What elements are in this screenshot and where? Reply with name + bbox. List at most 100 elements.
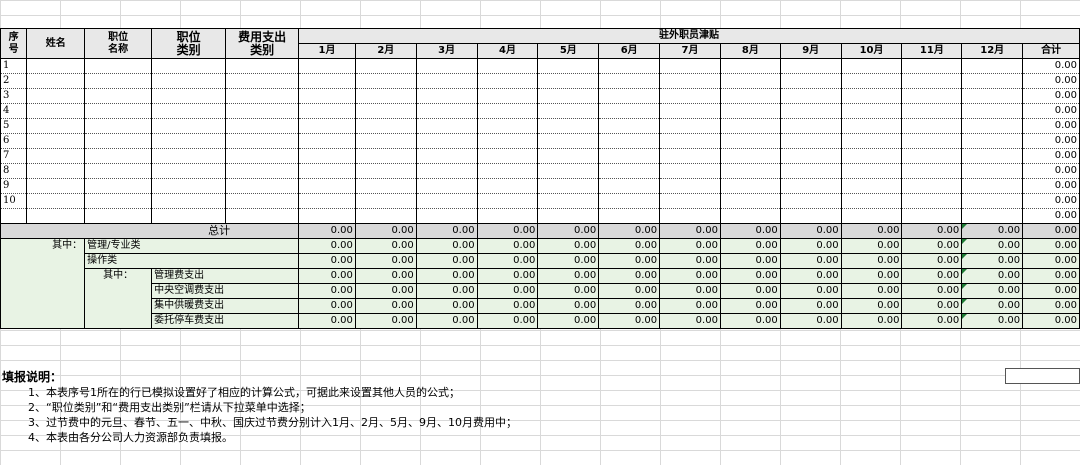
- row-month-cell[interactable]: [415, 58, 478, 74]
- breakdown-value-cell[interactable]: 0.00: [354, 283, 417, 299]
- row-text-cell[interactable]: [151, 103, 227, 119]
- breakdown-value-cell[interactable]: 0.00: [659, 283, 721, 299]
- row-seq-cell[interactable]: 3: [0, 88, 28, 104]
- row-month-cell[interactable]: [840, 103, 903, 119]
- row-month-cell[interactable]: [476, 73, 539, 89]
- row-sum-cell[interactable]: 0.00: [1022, 88, 1080, 104]
- row-seq-cell[interactable]: 4: [0, 103, 28, 119]
- breakdown-value-cell[interactable]: 0.00: [840, 313, 903, 329]
- breakdown-value-cell[interactable]: 0.00: [537, 313, 600, 329]
- total-value-cell[interactable]: 0.00: [719, 223, 781, 239]
- row-month-cell[interactable]: [298, 133, 356, 149]
- row-month-cell[interactable]: [298, 58, 356, 74]
- row-month-cell[interactable]: [779, 88, 842, 104]
- row-month-cell[interactable]: [840, 58, 903, 74]
- row-month-cell[interactable]: [719, 133, 781, 149]
- row-month-cell[interactable]: [840, 118, 903, 134]
- row-month-cell[interactable]: [354, 118, 417, 134]
- breakdown-value-cell[interactable]: 0.00: [659, 268, 721, 284]
- row-text-cell[interactable]: [151, 118, 227, 134]
- breakdown-value-cell[interactable]: 0.00: [537, 298, 600, 314]
- breakdown-value-cell[interactable]: 0.00: [719, 298, 781, 314]
- total-label[interactable]: 总计: [0, 223, 300, 239]
- row-month-cell[interactable]: [476, 88, 539, 104]
- row-month-cell[interactable]: [961, 58, 1024, 74]
- breakdown-value-cell[interactable]: 0.00: [779, 268, 842, 284]
- row-text-cell[interactable]: [225, 133, 300, 149]
- row-month-cell[interactable]: [298, 208, 356, 224]
- breakdown-value-cell[interactable]: 0.00: [354, 268, 417, 284]
- row-month-cell[interactable]: [415, 133, 478, 149]
- breakdown-value-cell[interactable]: 0.00: [840, 238, 903, 254]
- category-mgmt[interactable]: 管理/专业类: [84, 238, 300, 254]
- breakdown-value-cell[interactable]: 0.00: [779, 238, 842, 254]
- breakdown-value-cell[interactable]: 0.00: [298, 253, 356, 269]
- row-month-cell[interactable]: [537, 73, 600, 89]
- breakdown-value-cell[interactable]: 0.00: [415, 268, 478, 284]
- breakdown-value-cell[interactable]: 0.00: [840, 268, 903, 284]
- row-month-cell[interactable]: [901, 208, 963, 224]
- row-month-cell[interactable]: [354, 178, 417, 194]
- row-month-cell[interactable]: [659, 58, 721, 74]
- breakdown-value-cell[interactable]: 0.00: [476, 283, 539, 299]
- row-month-cell[interactable]: [476, 58, 539, 74]
- row-month-cell[interactable]: [298, 163, 356, 179]
- breakdown-value-cell[interactable]: 0.00: [779, 298, 842, 314]
- row-month-cell[interactable]: [537, 163, 600, 179]
- qizhong-sub-label[interactable]: 其中：: [84, 268, 153, 329]
- row-text-cell[interactable]: [225, 163, 300, 179]
- expense-item[interactable]: 管理费支出: [151, 268, 300, 284]
- breakdown-value-cell[interactable]: 0.00: [779, 253, 842, 269]
- row-month-cell[interactable]: [598, 58, 661, 74]
- total-value-cell[interactable]: 0.00: [354, 223, 417, 239]
- breakdown-value-cell[interactable]: 0.00: [779, 313, 842, 329]
- row-month-cell[interactable]: [476, 118, 539, 134]
- row-text-cell[interactable]: [151, 208, 227, 224]
- breakdown-value-cell[interactable]: 0.00: [298, 268, 356, 284]
- row-month-cell[interactable]: [298, 148, 356, 164]
- total-value-cell[interactable]: 0.00: [961, 223, 1024, 239]
- breakdown-value-cell[interactable]: 0.00: [598, 268, 661, 284]
- total-value-cell[interactable]: 0.00: [901, 223, 963, 239]
- row-month-cell[interactable]: [537, 103, 600, 119]
- row-month-cell[interactable]: [476, 103, 539, 119]
- breakdown-value-cell[interactable]: 0.00: [415, 253, 478, 269]
- category-ops[interactable]: 操作类: [84, 253, 300, 269]
- row-month-cell[interactable]: [537, 118, 600, 134]
- header-month[interactable]: 5月: [537, 43, 600, 59]
- row-month-cell[interactable]: [961, 148, 1024, 164]
- breakdown-value-cell[interactable]: 0.00: [354, 238, 417, 254]
- header-month[interactable]: 3月: [415, 43, 478, 59]
- row-month-cell[interactable]: [901, 148, 963, 164]
- breakdown-value-cell[interactable]: 0.00: [961, 253, 1024, 269]
- header-position-type[interactable]: 职位 类别: [151, 28, 227, 59]
- breakdown-value-cell[interactable]: 0.00: [901, 313, 963, 329]
- row-text-cell[interactable]: [151, 193, 227, 209]
- header-month[interactable]: 7月: [659, 43, 721, 59]
- row-text-cell[interactable]: [225, 118, 300, 134]
- row-month-cell[interactable]: [779, 193, 842, 209]
- row-text-cell[interactable]: [225, 208, 300, 224]
- row-seq-cell[interactable]: 2: [0, 73, 28, 89]
- row-month-cell[interactable]: [415, 163, 478, 179]
- row-month-cell[interactable]: [659, 193, 721, 209]
- row-month-cell[interactable]: [354, 103, 417, 119]
- row-text-cell[interactable]: [84, 193, 153, 209]
- row-month-cell[interactable]: [537, 193, 600, 209]
- row-text-cell[interactable]: [225, 148, 300, 164]
- row-month-cell[interactable]: [901, 88, 963, 104]
- row-text-cell[interactable]: [26, 148, 86, 164]
- row-month-cell[interactable]: [659, 163, 721, 179]
- breakdown-value-cell[interactable]: 0.00: [354, 253, 417, 269]
- row-text-cell[interactable]: [84, 73, 153, 89]
- row-month-cell[interactable]: [598, 103, 661, 119]
- row-text-cell[interactable]: [151, 133, 227, 149]
- row-month-cell[interactable]: [659, 148, 721, 164]
- row-month-cell[interactable]: [779, 163, 842, 179]
- breakdown-value-cell[interactable]: 0.00: [298, 298, 356, 314]
- header-position-name[interactable]: 职位 名称: [84, 28, 153, 59]
- row-month-cell[interactable]: [298, 73, 356, 89]
- header-name[interactable]: 姓名: [26, 28, 86, 59]
- row-month-cell[interactable]: [901, 103, 963, 119]
- expense-item[interactable]: 委托停车费支出: [151, 313, 300, 329]
